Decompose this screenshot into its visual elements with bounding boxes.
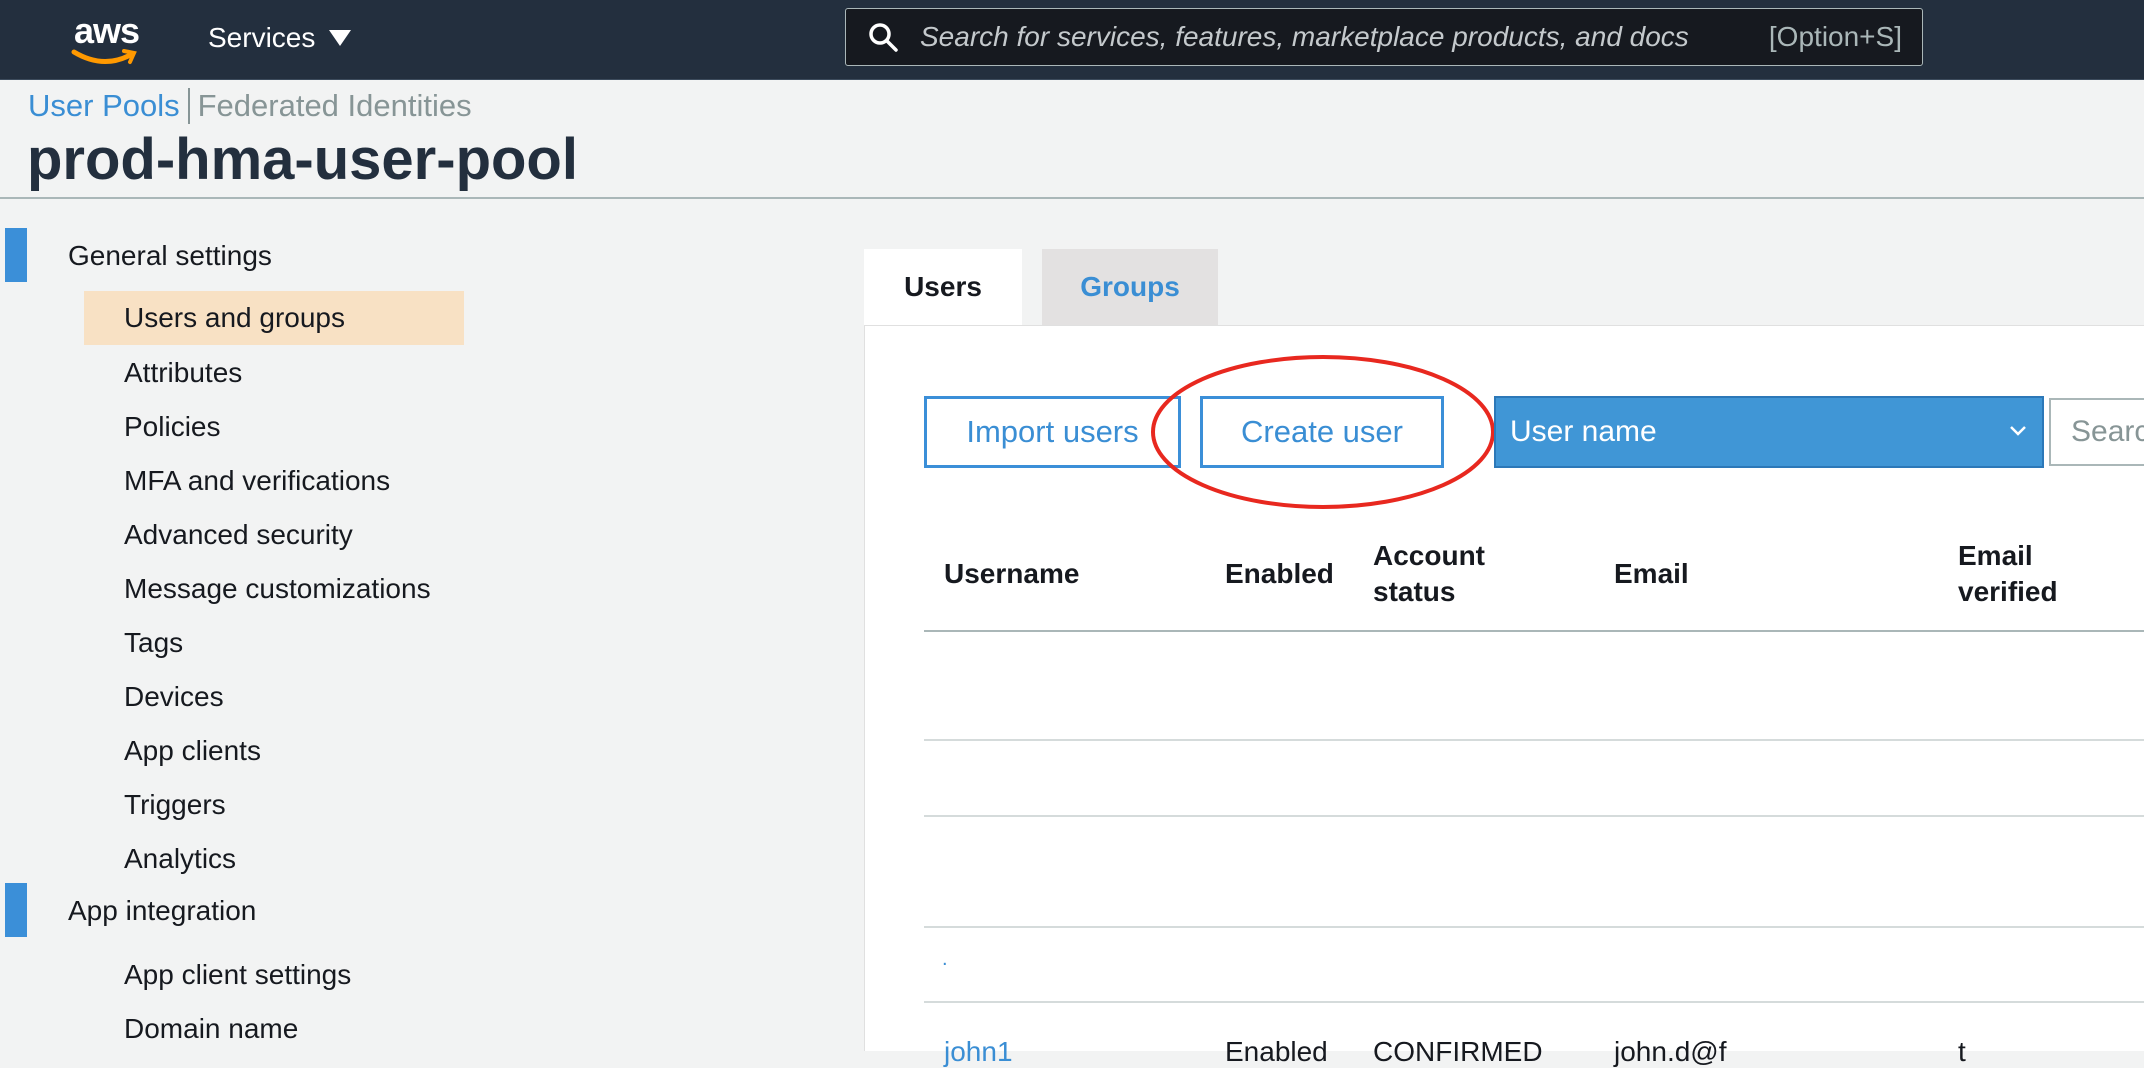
sidebar-item-policies[interactable]: Policies <box>124 411 220 443</box>
caret-down-icon <box>329 30 352 46</box>
sidebar-item-tags[interactable]: Tags <box>124 627 183 659</box>
aws-logo[interactable]: aws <box>70 8 142 65</box>
sidebar-item-app-clients[interactable]: App clients <box>124 735 261 767</box>
aws-smile-icon <box>71 49 137 65</box>
header-divider <box>0 197 2144 199</box>
sidebar-item-devices[interactable]: Devices <box>124 681 224 713</box>
table-cell-account-status: CONFIRMED <box>1373 1036 1543 1067</box>
breadcrumb: User Pools Federated Identities <box>28 88 472 124</box>
sidebar-item-app-client-settings[interactable]: App client settings <box>124 959 351 991</box>
breadcrumb-user-pools[interactable]: User Pools <box>28 88 180 124</box>
table-cell-email-verified: t <box>1958 1036 1966 1067</box>
column-header-account-status[interactable]: Account status <box>1373 538 1485 610</box>
column-header-line: Email <box>1958 540 2033 571</box>
page-title: prod-hma-user-pool <box>27 127 578 192</box>
table-header-divider <box>924 630 2144 632</box>
red-annotation-circle <box>1151 355 1495 509</box>
breadcrumb-separator <box>187 88 190 124</box>
table-row-divider <box>924 926 2144 928</box>
column-header-email-verified[interactable]: Email verified <box>1958 538 2058 610</box>
sidebar-item-message-customizations[interactable]: Message customizations <box>124 573 431 605</box>
sidebar-item-triggers[interactable]: Triggers <box>124 789 226 821</box>
section-marker <box>5 228 27 282</box>
table-cell-enabled: Enabled <box>1225 1036 1328 1067</box>
section-marker <box>5 883 27 937</box>
user-filter-dropdown[interactable]: User name <box>1494 396 2044 468</box>
column-header-line: Account <box>1373 540 1485 571</box>
sidebar-item-advanced-security[interactable]: Advanced security <box>124 519 353 551</box>
sidebar-item-domain-name[interactable]: Domain name <box>124 1013 298 1045</box>
column-header-enabled[interactable]: Enabled <box>1225 556 1334 592</box>
chevron-down-icon <box>2010 426 2026 436</box>
sidebar-item-mfa-and-verifications[interactable]: MFA and verifications <box>124 465 390 497</box>
tab-groups[interactable]: Groups <box>1042 249 1218 325</box>
table-row-divider <box>924 815 2144 817</box>
user-search-input[interactable]: Search <box>2049 398 2144 466</box>
sidebar-item-analytics[interactable]: Analytics <box>124 843 236 875</box>
search-shortcut-hint: [Option+S] <box>1768 21 1902 52</box>
services-label: Services <box>208 22 316 53</box>
global-search-bar[interactable]: [Option+S] <box>845 8 1923 66</box>
filter-selected-value: User name <box>1510 415 1657 448</box>
sidebar-item-users-and-groups[interactable]: Users and groups <box>84 291 464 345</box>
table-row-divider <box>924 739 2144 741</box>
breadcrumb-federated-identities[interactable]: Federated Identities <box>198 88 472 124</box>
tab-users[interactable]: Users <box>864 249 1022 325</box>
aws-logo-text: aws <box>74 10 140 51</box>
top-navigation-bar: aws Services [Option+S] <box>0 0 2144 80</box>
column-header-email[interactable]: Email <box>1614 556 1689 592</box>
sidebar-item-attributes[interactable]: Attributes <box>124 357 242 389</box>
column-header-username[interactable]: Username <box>944 556 1079 592</box>
sidebar-section-label: General settings <box>68 240 272 271</box>
table-cell-username[interactable]: john1 <box>944 1036 1013 1068</box>
table-cell-email: john.d@f <box>1614 1036 1727 1067</box>
search-icon <box>869 23 898 52</box>
services-menu[interactable]: Services <box>208 22 352 54</box>
sidebar-section-label: App integration <box>68 895 257 926</box>
table-row-username-link[interactable]: . <box>942 948 948 971</box>
column-header-line: status <box>1373 576 1456 607</box>
table-row-divider <box>924 1001 2144 1003</box>
column-header-line: verified <box>1958 576 2058 607</box>
global-search-input[interactable] <box>918 20 1769 54</box>
import-users-button[interactable]: Import users <box>924 396 1181 468</box>
